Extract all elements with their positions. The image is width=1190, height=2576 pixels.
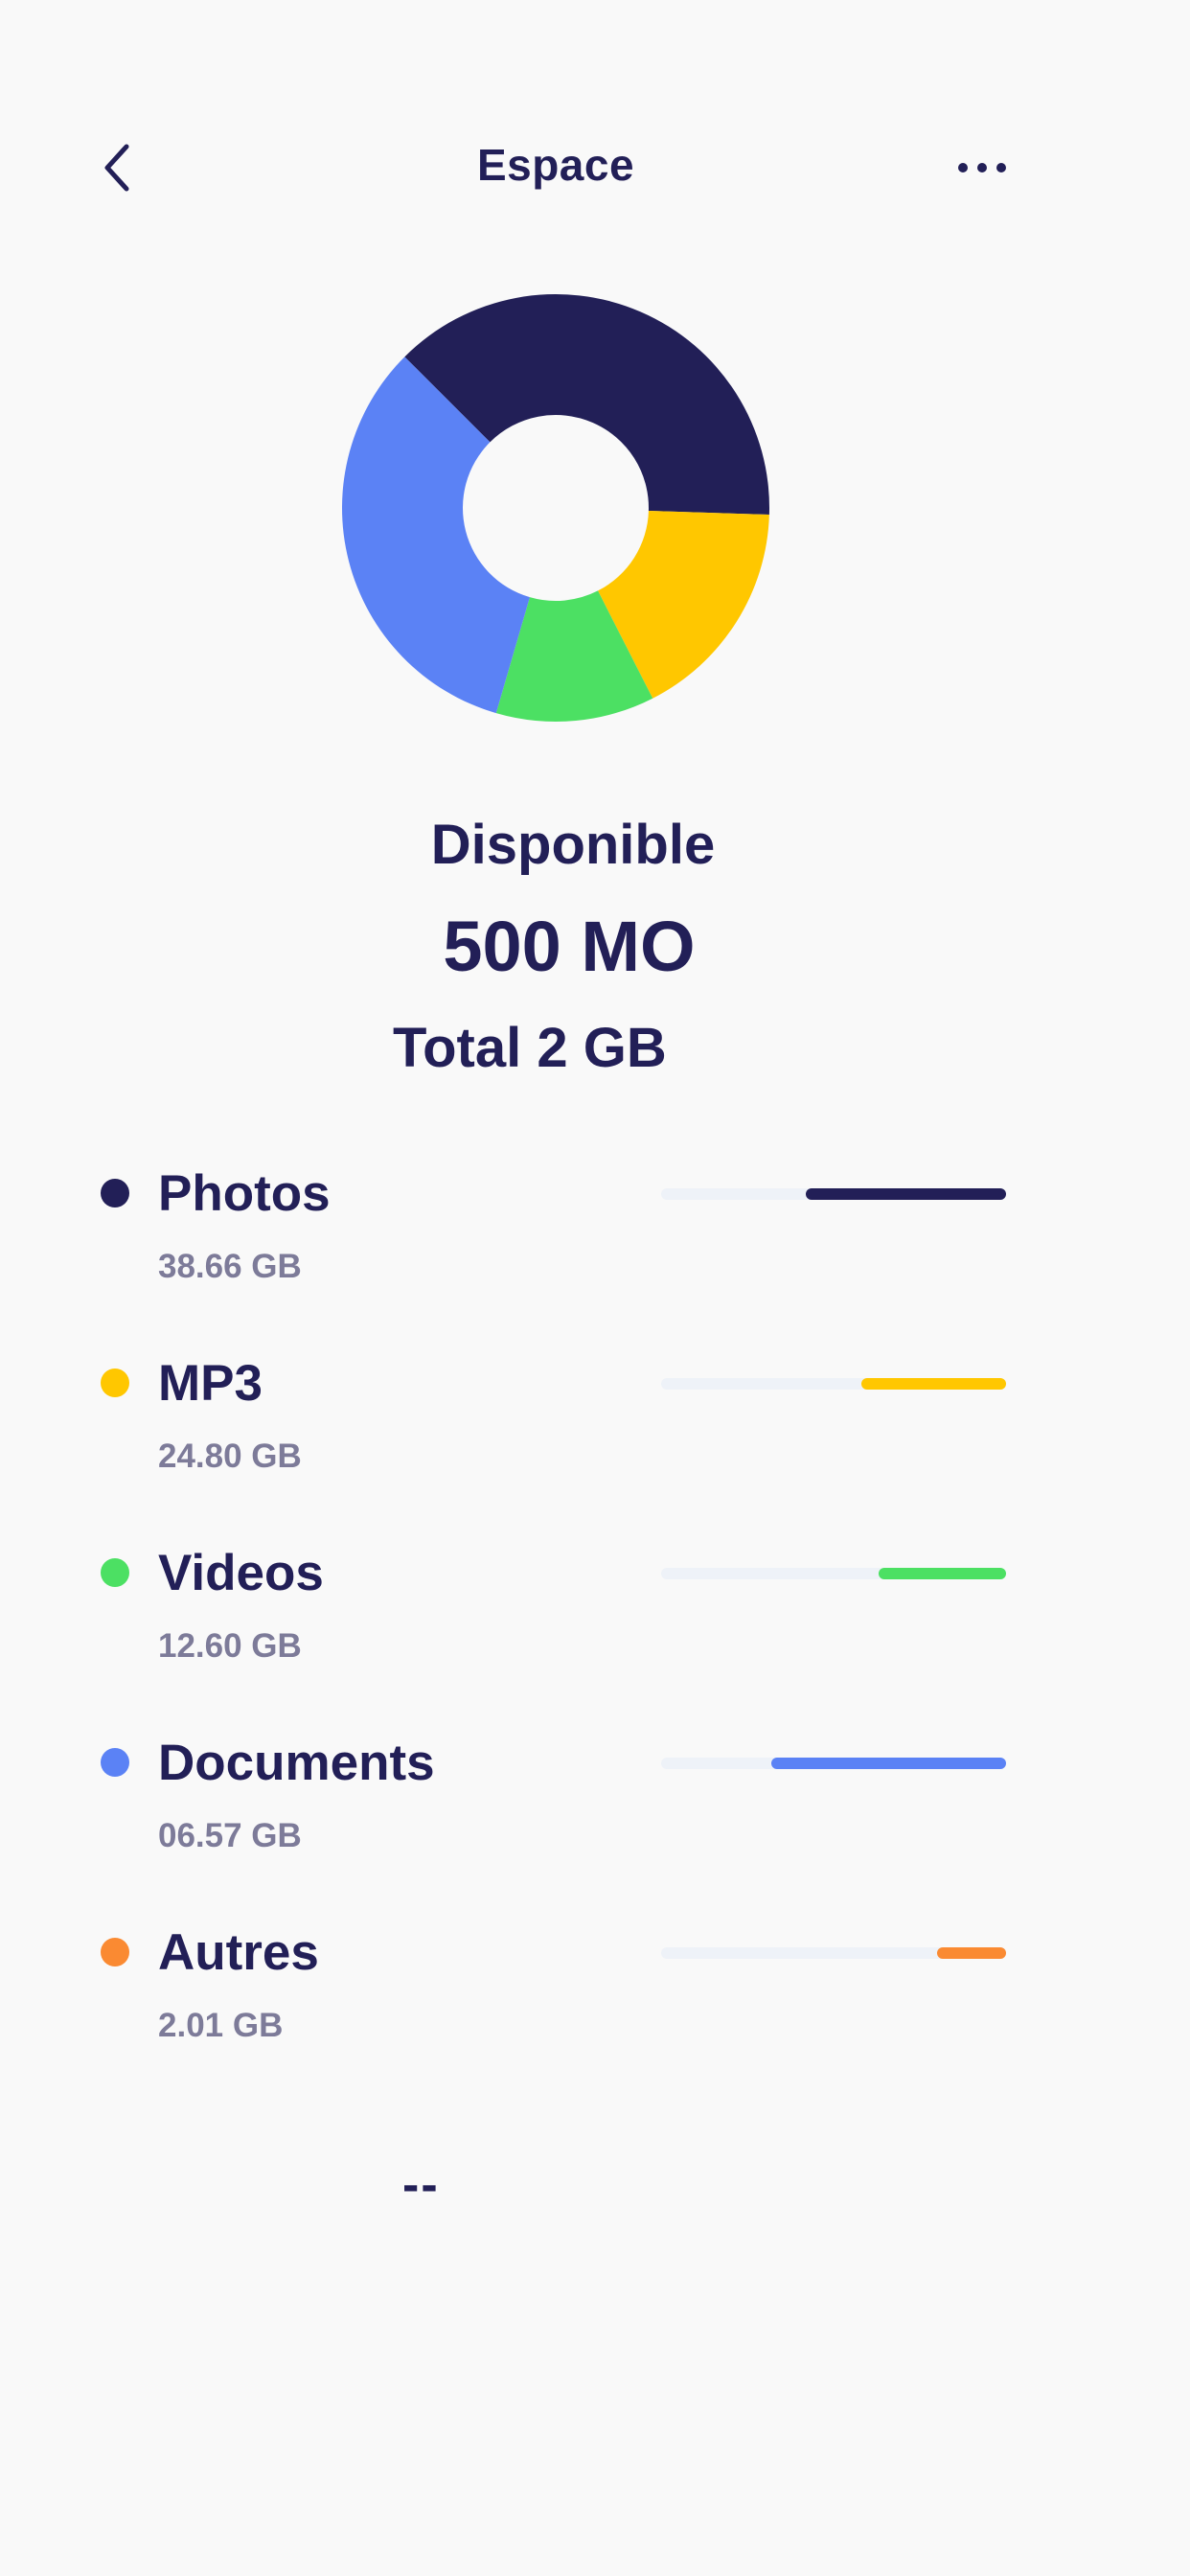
category-usage-fill [937, 1947, 1006, 1959]
category-color-dot [101, 1179, 129, 1208]
category-name: Autres [158, 1924, 319, 1981]
category-videos[interactable]: Videos 12.60 GB [0, 1539, 1190, 1729]
category-usage-fill [771, 1758, 1006, 1769]
category-name: Photos [158, 1165, 331, 1222]
category-color-dot [101, 1368, 129, 1397]
category-usage-track [661, 1568, 1006, 1579]
category-name: Videos [158, 1545, 324, 1601]
category-photos[interactable]: Photos 38.66 GB [0, 1160, 1190, 1349]
category-list: Photos 38.66 GB MP3 24.80 GB Videos 12.6… [0, 1160, 1190, 2108]
category-usage-fill [878, 1568, 1006, 1579]
category-size: 2.01 GB [158, 2007, 284, 2044]
category-size: 12.60 GB [158, 1627, 302, 1665]
category-size: 06.57 GB [158, 1817, 302, 1854]
more-options-button[interactable] [949, 144, 1016, 192]
category-autres[interactable]: Autres 2.01 GB [0, 1919, 1190, 2108]
category-color-dot [101, 1748, 129, 1777]
category-color-dot [101, 1558, 129, 1587]
available-value: 500 MO [443, 907, 696, 986]
more-horizontal-icon [958, 163, 1006, 172]
category-usage-track [661, 1378, 1006, 1390]
page-title: Espace [476, 140, 635, 190]
category-usage-fill [860, 1378, 1006, 1390]
category-color-dot [101, 1938, 129, 1966]
available-label: Disponible [430, 814, 716, 876]
category-usage-track [661, 1758, 1006, 1769]
footer-mark: -- [402, 2157, 440, 2213]
category-size: 38.66 GB [158, 1248, 302, 1285]
category-usage-track [661, 1188, 1006, 1200]
category-usage-fill [806, 1188, 1006, 1200]
category-documents[interactable]: Documents 06.57 GB [0, 1729, 1190, 1919]
category-mp3[interactable]: MP3 24.80 GB [0, 1349, 1190, 1539]
total-storage: Total 2 GB [393, 1017, 667, 1079]
category-usage-track [661, 1947, 1006, 1959]
category-name: Documents [158, 1735, 435, 1791]
category-name: MP3 [158, 1355, 263, 1412]
storage-screen: Espace Disponible 500 MO Total 2 GB Phot… [0, 0, 1190, 2576]
category-size: 24.80 GB [158, 1438, 302, 1475]
storage-donut-chart [341, 293, 769, 722]
